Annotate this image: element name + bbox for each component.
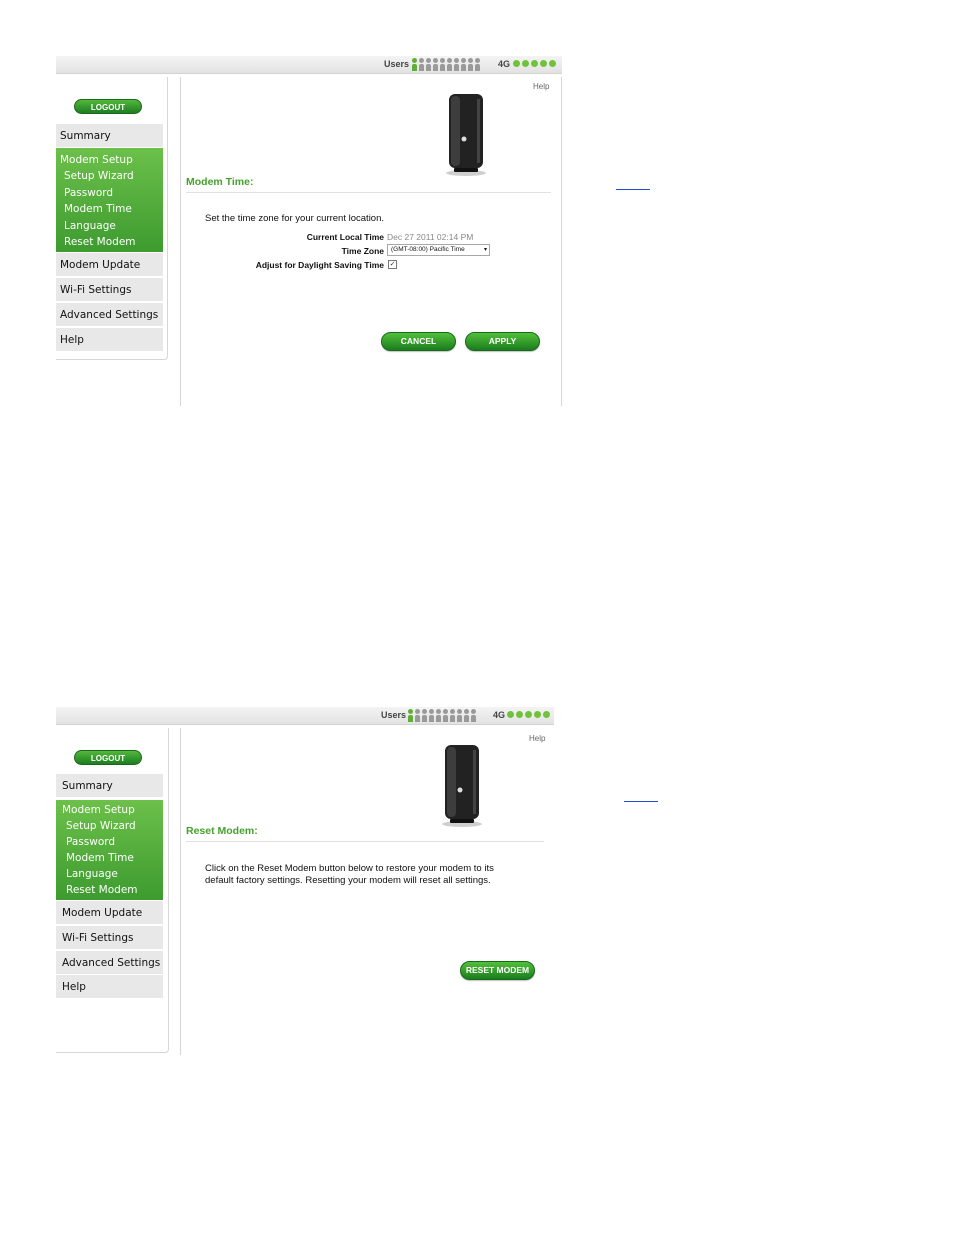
network-type-label: 4G (493, 710, 506, 720)
inactive-user-icon (429, 709, 434, 722)
sidebar-item-summary[interactable]: Summary (56, 774, 163, 798)
connected-users-indicator (412, 58, 480, 71)
inactive-user-icon (443, 709, 448, 722)
signal-dot-icon (507, 711, 514, 718)
reset-description-line-2: default factory settings. Resetting your… (205, 875, 491, 886)
sidebar-item-reset-modem[interactable]: Reset Modem (56, 882, 163, 898)
signal-dot-icon (543, 711, 550, 718)
signal-strength-indicator (507, 711, 550, 718)
sidebar-group-modem-setup: Modem Setup Setup Wizard Password Modem … (56, 800, 163, 900)
page-title: Reset Modem: (186, 825, 258, 837)
sidebar-item-help[interactable]: Help (56, 975, 163, 999)
title-divider (186, 841, 544, 842)
signal-dot-icon (525, 711, 532, 718)
active-user-icon (408, 709, 413, 722)
sidebar-item-wifi-settings[interactable]: Wi-Fi Settings (56, 278, 163, 302)
inactive-user-icon (468, 58, 473, 71)
inactive-user-icon (461, 58, 466, 71)
help-link[interactable]: Help (529, 734, 545, 743)
sidebar-item-modem-setup[interactable]: Modem Setup (56, 152, 163, 168)
network-type-label: 4G (498, 59, 511, 69)
inactive-user-icon (426, 58, 431, 71)
modem-device-image (442, 745, 482, 827)
checkmark-icon: ✓ (389, 261, 396, 268)
time-zone-select[interactable]: (GMT-08:00) Pacific Time ▾ (387, 244, 490, 256)
hyperlink-underline[interactable] (616, 189, 650, 190)
logout-button[interactable]: LOGOUT (74, 99, 142, 114)
inactive-user-icon (440, 58, 445, 71)
sidebar-item-modem-setup[interactable]: Modem Setup (56, 802, 163, 818)
sidebar-item-help[interactable]: Help (56, 328, 163, 352)
signal-dot-icon (540, 60, 547, 67)
chevron-down-icon: ▾ (483, 247, 487, 253)
modem-device-image (446, 94, 486, 176)
current-time-label: Current Local Time (306, 232, 384, 242)
page-title: Modem Time: (186, 176, 254, 188)
signal-dot-icon (531, 60, 538, 67)
main-content-panel: Help Modem Time: Set the time zone for y… (180, 77, 562, 406)
sidebar-nav: LOGOUT Summary Modem Setup Setup Wizard … (56, 77, 168, 360)
help-link[interactable]: Help (533, 82, 549, 91)
sidebar-item-reset-modem[interactable]: Reset Modem (56, 234, 163, 251)
inactive-user-icon (415, 709, 420, 722)
sidebar-item-password[interactable]: Password (56, 834, 163, 850)
inactive-user-icon (422, 709, 427, 722)
title-divider (186, 192, 551, 193)
time-zone-label: Time Zone (341, 246, 384, 256)
inactive-user-icon (450, 709, 455, 722)
inactive-user-icon (475, 58, 480, 71)
sidebar-item-summary[interactable]: Summary (56, 124, 163, 148)
sidebar-item-wifi-settings[interactable]: Wi-Fi Settings (56, 926, 163, 950)
sidebar-item-modem-update[interactable]: Modem Update (56, 253, 163, 277)
signal-dot-icon (516, 711, 523, 718)
sidebar-item-advanced-settings[interactable]: Advanced Settings (56, 303, 163, 327)
instruction-text: Set the time zone for your current locat… (205, 213, 385, 224)
active-user-icon (412, 58, 417, 71)
connected-users-indicator (408, 709, 476, 722)
reset-description-line-1: Click on the Reset Modem button below to… (205, 863, 494, 874)
time-zone-selected-value: (GMT-08:00) Pacific Time (391, 246, 465, 253)
sidebar-item-advanced-settings[interactable]: Advanced Settings (56, 951, 163, 975)
signal-dot-icon (549, 60, 556, 67)
dst-checkbox[interactable]: ✓ (388, 260, 397, 269)
sidebar-item-language[interactable]: Language (56, 866, 163, 882)
cancel-button[interactable]: CANCEL (381, 332, 456, 351)
inactive-user-icon (454, 58, 459, 71)
inactive-user-icon (457, 709, 462, 722)
sidebar-group-modem-setup: Modem Setup Setup Wizard Password Modem … (56, 148, 163, 252)
current-time-value: Dec 27 2011 02:14 PM (387, 232, 474, 242)
signal-dot-icon (513, 60, 520, 67)
sidebar-item-language[interactable]: Language (56, 218, 163, 235)
logout-button[interactable]: LOGOUT (74, 750, 142, 765)
status-bar: Users 4G (56, 707, 554, 725)
sidebar-item-setup-wizard[interactable]: Setup Wizard (56, 818, 163, 834)
inactive-user-icon (447, 58, 452, 71)
dst-label: Adjust for Daylight Saving Time (255, 260, 384, 270)
sidebar-nav: LOGOUT Summary Modem Setup Setup Wizard … (56, 728, 169, 1053)
inactive-user-icon (436, 709, 441, 722)
inactive-user-icon (433, 58, 438, 71)
sidebar-item-setup-wizard[interactable]: Setup Wizard (56, 168, 163, 185)
reset-modem-button[interactable]: RESET MODEM (460, 961, 535, 980)
inactive-user-icon (471, 709, 476, 722)
sidebar-item-modem-time[interactable]: Modem Time (56, 201, 163, 218)
users-label: Users (381, 710, 407, 720)
hyperlink-underline[interactable] (624, 801, 658, 802)
users-label: Users (384, 59, 410, 69)
signal-dot-icon (522, 60, 529, 67)
status-bar: Users 4G (56, 56, 562, 74)
signal-dot-icon (534, 711, 541, 718)
sidebar-item-modem-time[interactable]: Modem Time (56, 850, 163, 866)
sidebar-item-password[interactable]: Password (56, 185, 163, 202)
inactive-user-icon (419, 58, 424, 71)
modem-time-screen: Users 4G LOGOUT Summary Modem Setup Setu… (56, 56, 562, 406)
reset-modem-screen: Users 4G LOGOUT Summary Modem Setup Setu… (56, 707, 556, 1055)
apply-button[interactable]: APPLY (465, 332, 540, 351)
sidebar-item-modem-update[interactable]: Modem Update (56, 901, 163, 925)
main-content-panel: Help Reset Modem: Click on the Reset Mod… (180, 728, 555, 1055)
signal-strength-indicator (513, 60, 556, 67)
inactive-user-icon (464, 709, 469, 722)
